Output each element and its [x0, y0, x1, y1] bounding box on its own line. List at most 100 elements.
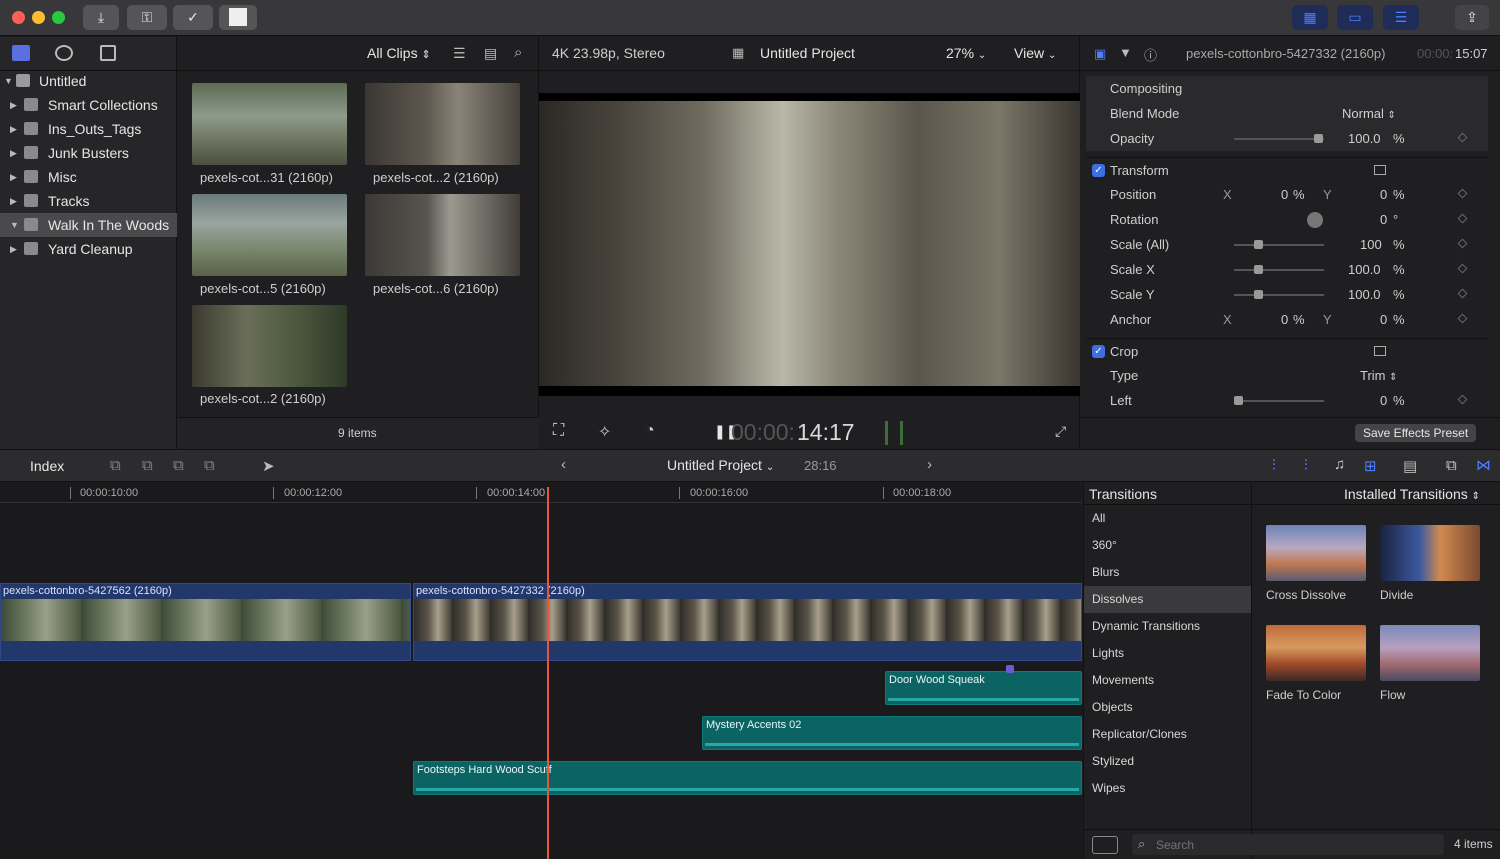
- crop-left-value[interactable]: 0: [1380, 388, 1387, 413]
- library-event-item[interactable]: ▶ Tracks: [0, 189, 177, 213]
- scale-all-value[interactable]: 100: [1360, 232, 1382, 257]
- crop-left-slider[interactable]: [1234, 396, 1324, 405]
- save-effects-preset-button[interactable]: Save Effects Preset: [1355, 424, 1477, 442]
- clip-thumbnail[interactable]: [192, 83, 347, 165]
- library-event-item[interactable]: ▼ Walk In The Woods: [0, 213, 177, 237]
- transition-category[interactable]: Blurs: [1084, 559, 1251, 586]
- clip-appearance-icon[interactable]: ▤: [1403, 457, 1417, 475]
- clip-thumbnail[interactable]: [365, 194, 520, 276]
- rotation-value[interactable]: 0: [1380, 207, 1387, 232]
- position-x-value[interactable]: 0: [1281, 182, 1288, 207]
- background-tasks-button[interactable]: ✓: [173, 5, 213, 30]
- crop-section[interactable]: ✓ Crop: [1086, 338, 1488, 363]
- minimize-window-button[interactable]: [32, 11, 45, 24]
- effects-browser-icon[interactable]: ⧉: [1446, 457, 1457, 474]
- checkbox-icon[interactable]: ✓: [1092, 345, 1105, 358]
- scale-x-slider[interactable]: [1234, 265, 1324, 274]
- transition-category[interactable]: Stylized: [1084, 748, 1251, 775]
- slider-knob[interactable]: [1314, 134, 1323, 143]
- timeline-toggle-button[interactable]: ▭: [1337, 5, 1373, 30]
- slider-knob[interactable]: [1254, 290, 1263, 299]
- slider-knob[interactable]: [1254, 240, 1263, 249]
- timeline[interactable]: 00:00:10:00 00:00:12:00 00:00:14:00 00:0…: [0, 483, 1082, 859]
- append-clip-icon[interactable]: ⧉: [173, 457, 184, 474]
- scale-all-slider[interactable]: [1234, 240, 1324, 249]
- disclosure-triangle-icon[interactable]: ▼: [10, 213, 19, 237]
- zoom-dropdown[interactable]: 27% ⌄: [946, 45, 986, 61]
- transform-section[interactable]: ✓ Transform: [1086, 157, 1488, 182]
- select-tool-icon[interactable]: ➤: [262, 457, 275, 475]
- crop-type-dropdown[interactable]: Trim ⇕: [1360, 363, 1398, 390]
- audio-clip[interactable]: Door Wood Squeak: [885, 671, 1082, 705]
- zoom-window-button[interactable]: [52, 11, 65, 24]
- speed-icon[interactable]: ◔: [645, 422, 655, 440]
- transform-icon[interactable]: ⛶: [553, 422, 564, 440]
- library-root[interactable]: ▼ Untitled: [0, 69, 177, 93]
- transition-category[interactable]: Dissolves: [1084, 586, 1251, 613]
- marker-icon[interactable]: [1006, 665, 1014, 673]
- library-event-item[interactable]: ▶ Yard Cleanup: [0, 237, 177, 261]
- disclosure-triangle-icon[interactable]: ▶: [10, 141, 17, 165]
- transition-category[interactable]: Objects: [1084, 694, 1251, 721]
- list-view-icon[interactable]: ☰: [453, 45, 466, 62]
- transition-thumbnail[interactable]: [1380, 525, 1480, 581]
- disclosure-triangle-icon[interactable]: ▶: [10, 237, 17, 261]
- opacity-slider[interactable]: [1234, 134, 1324, 143]
- clip-thumbnail[interactable]: [365, 83, 520, 165]
- position-y-value[interactable]: 0: [1380, 182, 1387, 207]
- playhead[interactable]: [547, 487, 549, 859]
- video-clip[interactable]: pexels-cottonbro-5427562 (2160p): [0, 583, 411, 661]
- library-event-item[interactable]: ▶ Misc: [0, 165, 177, 189]
- onscreen-controls-icon[interactable]: [1374, 346, 1386, 356]
- checkbox-icon[interactable]: ✓: [1092, 164, 1105, 177]
- import-button[interactable]: ⤓: [83, 5, 119, 30]
- transitions-browser-icon[interactable]: ⋈: [1476, 456, 1491, 474]
- scale-y-value[interactable]: 100.0: [1348, 282, 1381, 307]
- skimming-icon[interactable]: ⫶: [1272, 457, 1276, 474]
- share-button[interactable]: ⇪: [1455, 5, 1489, 30]
- blend-mode-dropdown[interactable]: Normal ⇕: [1342, 101, 1396, 128]
- scale-x-value[interactable]: 100.0: [1348, 257, 1381, 282]
- library-event-item[interactable]: ▶ Ins_Outs_Tags: [0, 117, 177, 141]
- clip-filter-dropdown[interactable]: All Clips ⇕: [367, 45, 431, 61]
- search-field[interactable]: ⌕: [1132, 834, 1444, 855]
- anchor-x-value[interactable]: 0: [1281, 307, 1288, 332]
- transitions-source-dropdown[interactable]: Installed Transitions ⇕: [1344, 486, 1480, 502]
- search-icon[interactable]: ⌕: [514, 44, 522, 61]
- transition-category[interactable]: Movements: [1084, 667, 1251, 694]
- library-event-item[interactable]: ▶ Smart Collections: [0, 93, 177, 117]
- headphones-icon[interactable]: ♫: [1334, 456, 1345, 473]
- keyframe-icon[interactable]: [1457, 263, 1468, 274]
- video-inspector-icon[interactable]: ▣: [1094, 46, 1106, 62]
- keyframe-icon[interactable]: [1457, 238, 1468, 249]
- disclosure-triangle-icon[interactable]: ▶: [10, 165, 17, 189]
- video-clip[interactable]: pexels-cottonbro-5427332 (2160p): [413, 583, 1082, 661]
- transition-category[interactable]: Replicator/Clones: [1084, 721, 1251, 748]
- connect-clip-icon[interactable]: ⧉: [110, 457, 121, 474]
- transition-category[interactable]: All: [1084, 505, 1251, 532]
- transition-thumbnail[interactable]: [1380, 625, 1480, 681]
- disclosure-triangle-icon[interactable]: ▶: [10, 117, 17, 141]
- overwrite-clip-icon[interactable]: ⧉: [204, 457, 215, 474]
- timeline-ruler[interactable]: 00:00:10:00 00:00:12:00 00:00:14:00 00:0…: [0, 483, 1082, 503]
- opacity-value[interactable]: 100.0: [1348, 126, 1381, 151]
- scale-y-slider[interactable]: [1234, 290, 1324, 299]
- search-input[interactable]: [1156, 836, 1436, 853]
- view-dropdown[interactable]: View ⌄: [1014, 45, 1056, 61]
- keyframe-icon[interactable]: [1457, 188, 1468, 199]
- filter-icon[interactable]: ▼: [1119, 45, 1132, 60]
- fullscreen-icon[interactable]: ⤢: [1055, 423, 1066, 440]
- keyframe-icon[interactable]: [1457, 213, 1468, 224]
- audio-clip[interactable]: Footsteps Hard Wood Scuff: [413, 761, 1082, 795]
- audio-clip[interactable]: Mystery Accents 02: [702, 716, 1082, 750]
- inspector-toggle-button[interactable]: ☰: [1383, 5, 1419, 30]
- audio-skimming-icon[interactable]: ⫶: [1304, 457, 1308, 474]
- transition-category[interactable]: Lights: [1084, 640, 1251, 667]
- transition-category[interactable]: Dynamic Transitions: [1084, 613, 1251, 640]
- transition-thumbnail[interactable]: [1266, 525, 1366, 581]
- clip-thumbnail[interactable]: [192, 305, 347, 387]
- back-arrow-icon[interactable]: ‹: [561, 456, 566, 473]
- disclosure-triangle-icon[interactable]: ▶: [10, 93, 17, 117]
- sidebar-toggle-icon[interactable]: [1092, 836, 1118, 854]
- library-toggle-button[interactable]: [219, 5, 257, 30]
